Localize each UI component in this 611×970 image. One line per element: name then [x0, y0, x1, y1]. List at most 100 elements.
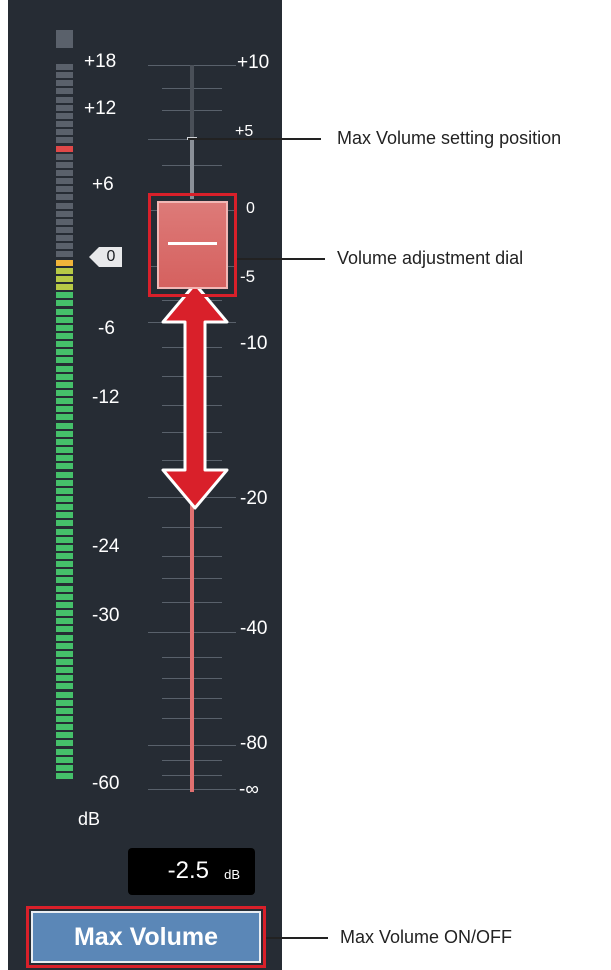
meter-peak-hold [56, 30, 73, 48]
meter-scale-label: -24 [92, 536, 120, 557]
volume-fader-knob[interactable] [157, 201, 228, 289]
meter-segment [56, 593, 73, 600]
meter-segment [56, 373, 73, 380]
adjust-range-arrow-icon [161, 282, 229, 510]
meter-segment [56, 618, 73, 625]
meter-segment [56, 438, 73, 445]
meter-segment [56, 121, 73, 128]
meter-segment [56, 675, 73, 682]
volume-readout-value: -2.5 [167, 857, 209, 884]
meter-segment [56, 601, 73, 608]
zero-db-marker: 0 [89, 247, 122, 267]
meter-segment [56, 577, 73, 584]
max-volume-button[interactable]: Max Volume [31, 911, 261, 963]
meter-segment [56, 259, 73, 266]
meter-segment [56, 479, 73, 486]
callout-max-volume-setting: Max Volume setting position [337, 128, 562, 148]
meter-segment [56, 463, 73, 470]
meter-segment [56, 398, 73, 405]
meter-segment [56, 161, 73, 168]
meter-segment [56, 324, 73, 331]
meter-segment [56, 699, 73, 706]
meter-segment [56, 553, 73, 559]
callout-line-max-toggle [266, 937, 328, 939]
meter-segment [56, 186, 73, 193]
callout-line-dial [237, 258, 325, 260]
meter-segment [56, 732, 73, 739]
meter-segment [56, 406, 73, 413]
meter-segment [56, 145, 73, 152]
meter-segment [56, 365, 73, 372]
meter-scale-label: -30 [92, 605, 120, 626]
meter-segment [56, 275, 73, 282]
meter-segment [56, 251, 73, 258]
meter-segment [56, 707, 73, 714]
meter-segment [56, 691, 73, 698]
meter-scale-label: -6 [98, 318, 115, 339]
meter-segment [56, 357, 73, 364]
meter-segment [56, 748, 73, 755]
meter-segment [56, 112, 73, 119]
volume-readout-unit: dB [224, 867, 240, 882]
meter-scale-label: -60 [92, 773, 120, 794]
callout-volume-dial: Volume adjustment dial [337, 248, 524, 268]
meter-segment [56, 536, 73, 543]
fader-scale-label: -∞ [239, 779, 259, 800]
meter-segment [56, 520, 73, 527]
meter-segment [56, 194, 73, 201]
meter-scale-label: +12 [84, 98, 117, 119]
meter-segment [56, 202, 73, 209]
meter-scale-label: +6 [92, 174, 114, 195]
meter-segment [56, 724, 73, 731]
meter-segment [56, 528, 73, 535]
meter-segment [56, 740, 73, 747]
meter-segment [56, 667, 73, 674]
meter-segment [56, 308, 73, 315]
meter-segment [56, 390, 73, 396]
meter-segment [56, 210, 73, 217]
callout-line-max-setting [188, 138, 321, 140]
meter-segment [56, 284, 73, 291]
meter-segment [56, 764, 73, 771]
meter-segment [56, 683, 73, 690]
fader-knob-indicator [168, 242, 217, 245]
meter-segment [56, 642, 73, 649]
meter-segment [56, 658, 73, 665]
meter-segment [56, 72, 73, 79]
meter-segment [56, 227, 73, 233]
fader-scale-label: -40 [240, 618, 268, 639]
meter-segment [56, 756, 73, 763]
meter-segment [56, 88, 73, 95]
fader-track-upper [190, 65, 194, 139]
meter-segment [56, 495, 73, 502]
meter-segment [56, 569, 73, 576]
fader-scale-label: 0 [246, 200, 255, 217]
meter-segment [56, 471, 73, 478]
volume-panel [8, 0, 282, 970]
meter-segment [56, 773, 73, 780]
meter-segment [56, 153, 73, 160]
meter-segment [56, 129, 73, 136]
meter-segment [56, 504, 73, 511]
meter-segment [56, 64, 73, 70]
meter-segment [56, 626, 73, 633]
zero-db-marker-label: 0 [106, 248, 116, 265]
meter-segment [56, 104, 73, 111]
meter-segment [56, 292, 73, 299]
meter-segment [56, 716, 73, 722]
meter-unit-label: dB [78, 809, 101, 829]
meter-segment [56, 585, 73, 592]
fader-scale-label: -20 [240, 488, 268, 509]
callout-max-volume-toggle: Max Volume ON/OFF [340, 927, 513, 947]
fader-track-inactive [190, 139, 194, 199]
meter-segment [56, 341, 73, 348]
meter-segment [56, 512, 73, 519]
meter-segment [56, 634, 73, 641]
meter-scale-label: +18 [84, 51, 117, 72]
meter-segment [56, 235, 73, 242]
meter-segment [56, 218, 73, 225]
meter-segment [56, 80, 73, 87]
fader-scale-label: -80 [240, 733, 268, 754]
meter-segment [56, 332, 73, 339]
meter-segment [56, 96, 73, 103]
